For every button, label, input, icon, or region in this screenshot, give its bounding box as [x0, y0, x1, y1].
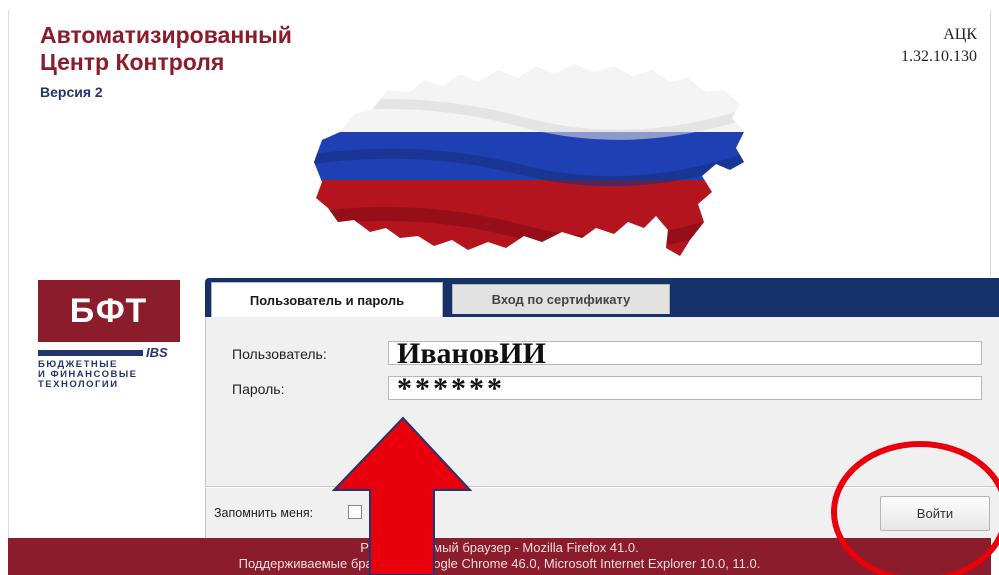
password-label: Пароль:	[232, 381, 285, 397]
remember-me-label: Запомнить меня:	[214, 506, 314, 520]
footer-recommended-browser: Рекомендуемый браузер - Mozilla Firefox …	[360, 540, 639, 555]
bft-logo: БФТ	[38, 280, 180, 342]
browser-support-footer: Рекомендуемый браузер - Mozilla Firefox …	[8, 538, 991, 575]
remember-me-checkbox[interactable]	[348, 505, 362, 519]
footer-supported-browsers: Поддерживаемые браузеры: Google Chrome 4…	[238, 556, 761, 571]
app-title: Автоматизированный Центр Контроля	[40, 22, 292, 75]
russia-flag-map-image	[314, 64, 744, 256]
ibs-logo-text: IBS	[146, 345, 168, 360]
password-input[interactable]: ******	[388, 376, 982, 400]
bft-logo-subtitle: БЮДЖЕТНЫЕ И ФИНАНСОВЫЕ ТЕХНОЛОГИИ	[38, 359, 138, 390]
app-version-label: Версия 2	[40, 84, 103, 100]
username-label: Пользователь:	[232, 346, 327, 362]
username-input[interactable]: ИвановИИ	[388, 341, 982, 365]
bft-logo-bar	[38, 350, 143, 356]
app-code: АЦК	[943, 26, 977, 43]
login-button[interactable]: Войти	[880, 496, 990, 531]
tab-user-password[interactable]: Пользователь и пароль	[211, 282, 443, 318]
tab-certificate-login[interactable]: Вход по сертификату	[452, 284, 670, 314]
app-build-number: 1.32.10.130	[901, 48, 977, 65]
login-tab-bar: Пользователь и пароль Вход по сертификат…	[205, 278, 999, 318]
